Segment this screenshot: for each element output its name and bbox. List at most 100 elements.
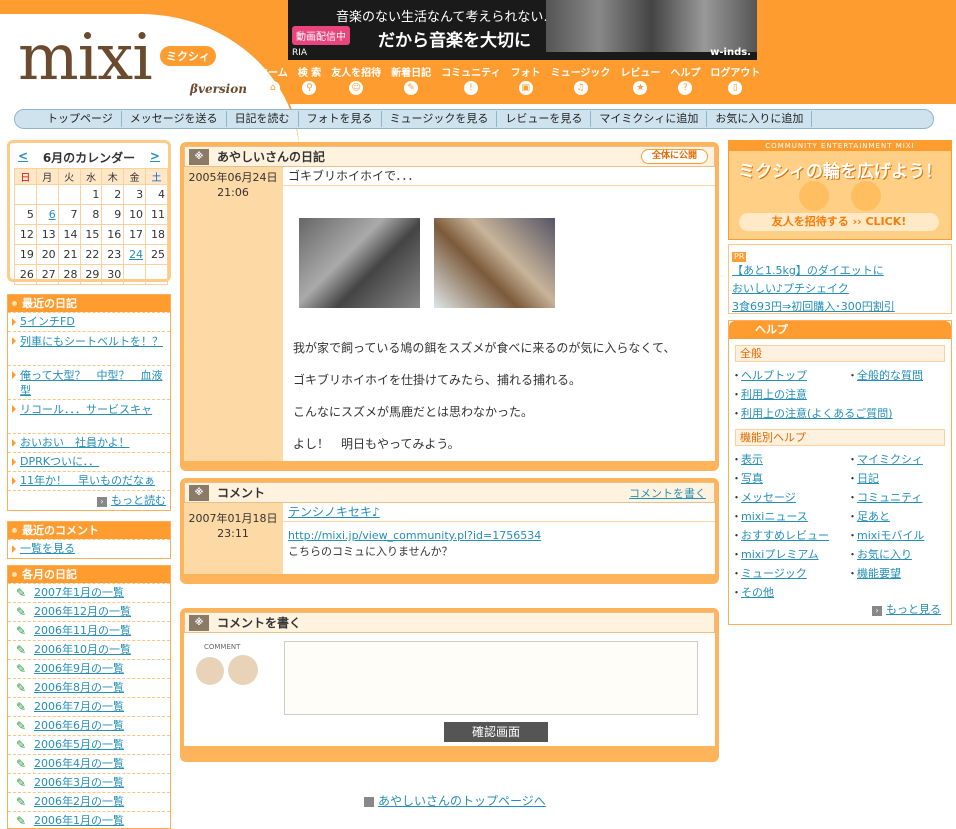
subnav-view-music[interactable]: ミュージックを見る — [382, 111, 498, 127]
nav-music[interactable]: ミュージック ♫ — [551, 64, 610, 95]
month-link[interactable]: 2006年2月の一覧 — [34, 795, 124, 808]
help-link[interactable]: 利用上の注意 — [731, 385, 851, 404]
month-link[interactable]: 2006年1月の一覧 — [34, 814, 124, 827]
subnav-top-page[interactable]: トップページ — [39, 111, 122, 127]
view-list-link[interactable]: 一覧を見る — [20, 542, 75, 555]
help-link[interactable]: ミュージック — [731, 564, 851, 583]
read-more-link[interactable]: もっと読む — [111, 494, 166, 507]
list-item[interactable]: 2006年2月の一覧 — [8, 792, 170, 811]
help-link[interactable]: 写真 — [731, 469, 851, 488]
subnav-view-reviews[interactable]: レビューを見る — [497, 111, 592, 127]
month-link[interactable]: 2006年9月の一覧 — [34, 662, 124, 675]
help-link[interactable]: 機能要望 — [847, 564, 951, 583]
month-link[interactable]: 2006年6月の一覧 — [34, 719, 124, 732]
diary-link[interactable]: DPRKついに．． — [20, 455, 99, 468]
help-link[interactable]: 日記 — [847, 469, 951, 488]
list-item[interactable]: DPRKついに．． — [8, 452, 170, 471]
owner-top-page-link[interactable]: あやしいさんのトップページへ — [378, 794, 546, 808]
help-link[interactable]: 利用上の注意(よくあるご質問) — [731, 404, 951, 423]
subnav-send-message[interactable]: メッセージを送る — [122, 111, 227, 127]
list-item[interactable]: 11年か！ 早いものだなぁ — [8, 471, 170, 490]
calendar-prev[interactable]: < — [18, 149, 28, 166]
help-link[interactable]: コミュニティ — [847, 488, 951, 507]
comment-url[interactable]: http://mixi.jp/view_community.pl?id=1756… — [288, 529, 541, 542]
subnav-add-favorite[interactable]: お気に入りに追加 — [707, 111, 813, 127]
help-link[interactable]: mixiモバイル — [847, 526, 951, 545]
subnav-view-photos[interactable]: フォトを見る — [299, 111, 382, 127]
help-link[interactable]: メッセージ — [731, 488, 851, 507]
nav-help[interactable]: ヘルプ? — [670, 64, 700, 95]
day-link[interactable]: 24 — [123, 244, 147, 265]
month-link[interactable]: 2006年3月の一覧 — [34, 776, 124, 789]
list-item[interactable]: リコール．．．サービスキャ — [8, 399, 170, 433]
diary-link[interactable]: リコール．．．サービスキャ — [20, 403, 152, 416]
diary-link[interactable]: おいおい 社員かよ！ — [20, 436, 129, 449]
logo[interactable]: mixi — [18, 26, 153, 90]
help-link[interactable]: mixiプレミアム — [731, 545, 851, 564]
diary-link[interactable]: 列車にもシートベルトを！？ — [20, 335, 163, 348]
calendar-next[interactable]: > — [150, 149, 160, 166]
list-item[interactable]: 2007年1月の一覧 — [8, 583, 170, 602]
write-comment-link[interactable]: コメントを書く — [629, 485, 706, 501]
help-link[interactable]: mixiニュース — [731, 507, 851, 526]
nav-review[interactable]: レビュー ★ — [620, 64, 660, 95]
list-item[interactable]: 一覧を見る — [8, 539, 170, 558]
month-link[interactable]: 2006年7月の一覧 — [34, 700, 124, 713]
help-link[interactable]: その他 — [731, 583, 851, 602]
ad-banner[interactable]: 音楽のない生活なんて考えられない… 動画配信中 だから音楽を大切に RIA w-… — [288, 0, 757, 60]
help-link[interactable]: 全般的な質問 — [847, 366, 951, 385]
list-item[interactable]: 2006年5月の一覧 — [8, 735, 170, 754]
diary-link[interactable]: 11年か！ 早いものだなぁ — [20, 474, 155, 487]
pr-link[interactable]: 3食693円⇒初回購入･300円割引 — [732, 298, 948, 316]
subnav-read-diary[interactable]: 日記を読む — [227, 111, 299, 127]
help-link[interactable]: 表示 — [731, 450, 851, 469]
invite-banner[interactable]: COMMUNITY ENTERTAINMENT MIXI ミクシィの輪を広げよう… — [728, 140, 952, 240]
month-link[interactable]: 2007年1月の一覧 — [34, 586, 124, 599]
pr-link[interactable]: おいしい♪プチシェイク — [732, 280, 948, 298]
list-item[interactable]: 2006年12月の一覧 — [8, 602, 170, 621]
diary-photo[interactable] — [299, 218, 420, 308]
list-item[interactable]: 2006年6月の一覧 — [8, 716, 170, 735]
day-link-text[interactable]: 6 — [49, 208, 56, 221]
month-link[interactable]: 2006年4月の一覧 — [34, 757, 124, 770]
list-item[interactable]: 2006年3月の一覧 — [8, 773, 170, 792]
list-item[interactable]: 俺って大型？ 中型？ 血液型 — [8, 365, 170, 399]
list-item[interactable]: 5インチFD — [8, 312, 170, 331]
nav-photo[interactable]: フォト ▣ — [511, 64, 541, 95]
nav-new-diary[interactable]: 新着日記 ✎ — [391, 64, 431, 95]
help-link[interactable]: 足あと — [847, 507, 951, 526]
nav-community[interactable]: コミュニティ! — [441, 64, 501, 95]
nav-logout[interactable]: ログアウト ▯ — [710, 64, 760, 95]
list-item[interactable]: 2006年9月の一覧 — [8, 659, 170, 678]
help-more-link[interactable]: もっと見る — [886, 603, 941, 616]
month-link[interactable]: 2006年10月の一覧 — [34, 643, 131, 656]
help-link[interactable]: おすすめレビュー — [731, 526, 851, 545]
list-item[interactable]: 2006年11月の一覧 — [8, 621, 170, 640]
diary-link[interactable]: 5インチFD — [20, 315, 75, 328]
list-item[interactable]: 2006年8月の一覧 — [8, 678, 170, 697]
nav-home[interactable]: ホーム ⌂ — [258, 64, 288, 95]
help-link[interactable]: お気に入り — [847, 545, 951, 564]
help-link[interactable]: マイミクシィ — [847, 450, 951, 469]
pr-link[interactable]: 【あと1.5kg】のダイエットに — [732, 262, 948, 280]
invite-cta[interactable]: 友人を招待する ›› CLICK! — [739, 213, 939, 231]
day-link[interactable]: 6 — [35, 204, 59, 225]
diary-photo[interactable] — [434, 218, 555, 308]
comment-author[interactable]: テンシノキセキ♪ — [288, 505, 380, 519]
month-link[interactable]: 2006年12月の一覧 — [34, 605, 131, 618]
month-link[interactable]: 2006年11月の一覧 — [34, 624, 131, 637]
month-link[interactable]: 2006年5月の一覧 — [34, 738, 124, 751]
list-item[interactable]: 2006年10月の一覧 — [8, 640, 170, 659]
confirm-button[interactable]: 確認画面 — [444, 722, 548, 742]
list-item[interactable]: 列車にもシートベルトを！？ — [8, 331, 170, 365]
comment-textarea[interactable] — [284, 641, 698, 715]
list-item[interactable]: 2006年7月の一覧 — [8, 697, 170, 716]
nav-invite[interactable]: 友人を招待 ☺ — [331, 64, 381, 95]
month-link[interactable]: 2006年8月の一覧 — [34, 681, 124, 694]
diary-link[interactable]: 俺って大型？ 中型？ 血液型 — [20, 369, 162, 397]
list-item[interactable]: 2006年4月の一覧 — [8, 754, 170, 773]
day-link-text[interactable]: 24 — [129, 248, 143, 261]
nav-search[interactable]: 検 索 ⚲ — [298, 64, 321, 95]
help-link[interactable]: ヘルプトップ — [731, 366, 851, 385]
subnav-add-mymixi[interactable]: マイミクシィに追加 — [591, 111, 708, 127]
